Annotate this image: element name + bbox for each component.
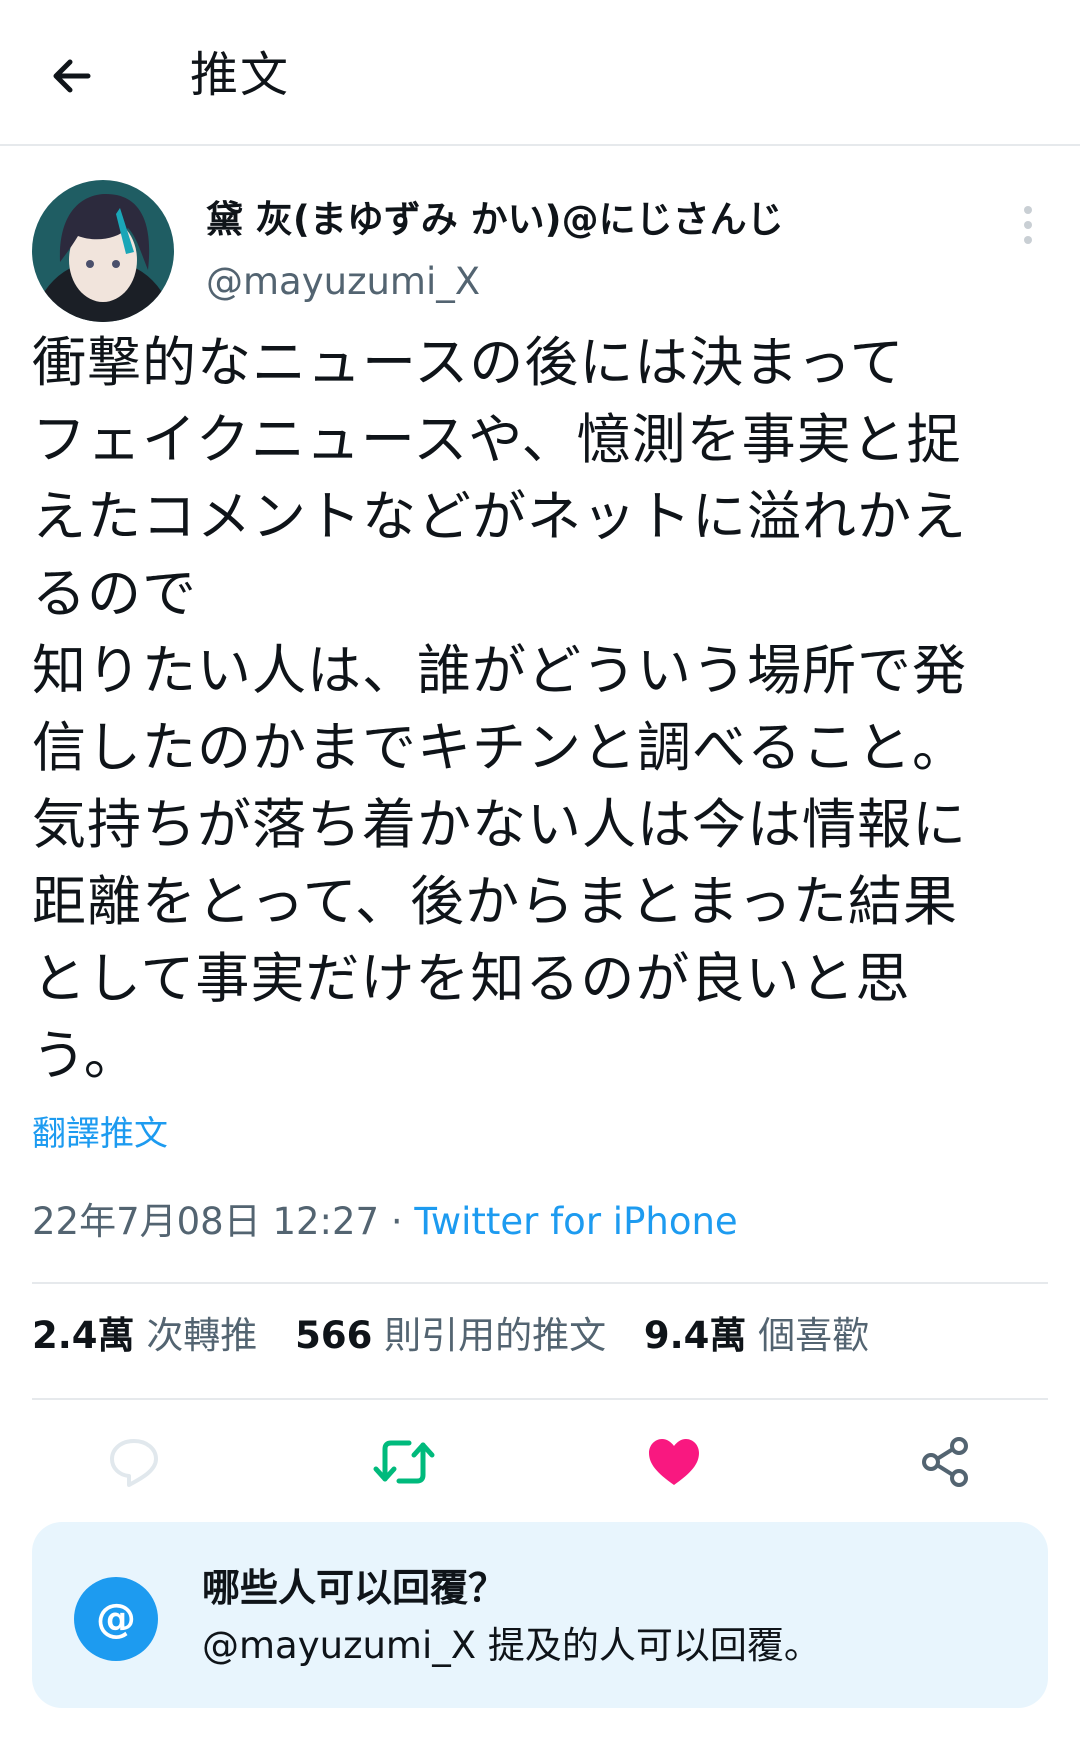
tweet-source-link[interactable]: Twitter for iPhone [414, 1200, 737, 1243]
tweet-meta: 22年7月08日 12:27 · Twitter for iPhone [32, 1196, 738, 1248]
retweets-label: 次轉推 [146, 1314, 258, 1357]
avatar-icon [32, 180, 174, 322]
more-dots-icon [1024, 206, 1032, 214]
heart-icon [649, 1439, 699, 1485]
tweet-timestamp[interactable]: 22年7月08日 12:27 [32, 1200, 379, 1243]
page-title: 推文 [190, 47, 291, 103]
reply-restriction-card: @ 哪些人可以回覆？ @mayuzumi_X 提及的人可以回覆。 [32, 1522, 1048, 1708]
divider [32, 1282, 1048, 1284]
quotes-count: 566 [295, 1314, 373, 1357]
retweet-icon [373, 1440, 435, 1484]
author-handle[interactable]: @mayuzumi_X [206, 258, 480, 306]
translate-tweet-link[interactable]: 翻譯推文 [32, 1110, 168, 1158]
more-dots-icon [1024, 221, 1032, 229]
more-options-button[interactable] [1008, 200, 1048, 250]
more-dots-icon [1024, 236, 1032, 244]
retweets-stat[interactable]: 2.4萬 次轉推 [32, 1314, 257, 1357]
mention-icon: @ [74, 1577, 158, 1661]
action-bar [0, 1420, 1080, 1504]
retweet-button[interactable] [362, 1420, 446, 1504]
arrow-left-icon [53, 59, 91, 93]
quotes-stat[interactable]: 566 則引用的推文 [295, 1314, 606, 1357]
avatar[interactable] [32, 180, 174, 322]
top-bar: 推文 [0, 0, 1080, 146]
likes-count: 9.4萬 [643, 1314, 747, 1357]
tweet-text: 衝撃的なニュースの後には決まって フェイクニュースや、憶測を事実と捉 えたコメン… [32, 331, 967, 1087]
like-button[interactable] [632, 1420, 716, 1504]
back-button[interactable] [42, 46, 102, 106]
likes-label: 個喜歡 [758, 1314, 870, 1357]
likes-stat[interactable]: 9.4萬 個喜歡 [644, 1314, 869, 1357]
tweet-stats: 2.4萬 次轉推 566 則引用的推文 9.4萬 個喜歡 [32, 1308, 895, 1364]
share-button[interactable] [904, 1420, 988, 1504]
meta-separator: · [379, 1200, 415, 1243]
author-display-name[interactable]: 黛 灰(まゆずみ かい)@にじさんじ [206, 196, 784, 244]
quotes-label: 則引用的推文 [384, 1314, 607, 1357]
reply-button[interactable] [92, 1420, 176, 1504]
comment-icon [110, 1439, 158, 1487]
divider [32, 1398, 1048, 1400]
retweets-count: 2.4萬 [32, 1314, 135, 1357]
reply-restriction-subtitle: @mayuzumi_X 提及的人可以回覆。 [202, 1624, 821, 1667]
share-icon [922, 1437, 968, 1487]
reply-restriction-title: 哪些人可以回覆？ [202, 1566, 507, 1610]
